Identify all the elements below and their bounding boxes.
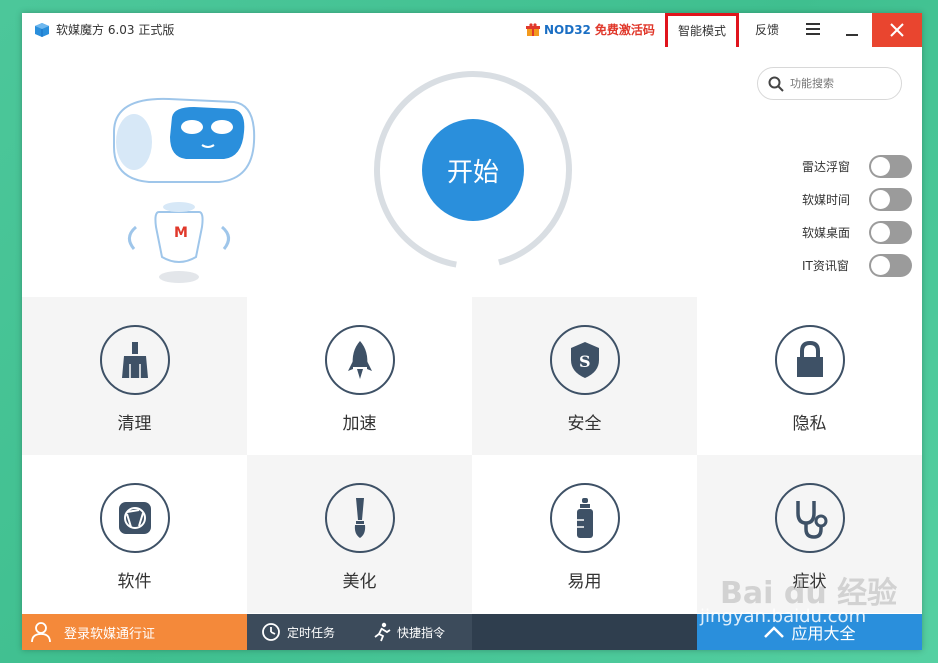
shield-icon: S [570,342,599,378]
tile-icon-frame [324,483,395,553]
tile-label: 清理 [117,414,152,434]
tile-beautify[interactable]: 美化 [247,455,472,613]
start-button[interactable]: 开始 [422,119,524,221]
tile-label: 隐私 [792,414,827,434]
toggle-row-desktop: 软媒桌面 [802,216,912,249]
app-window: 软媒魔方 6.03 正式版 NOD32 免费激活码 智能模式 反馈 M 开始 功… [22,13,922,650]
chevron-up-icon [764,626,785,638]
shortcut-command-label: 快捷指令 [397,625,446,640]
tile-label: 加速 [342,414,377,434]
menu-icon[interactable] [806,23,820,35]
tile-icon-frame [549,483,620,553]
tile-label: 易用 [567,572,602,592]
feature-grid: 清理 加速 S 安全 隐私 软件 美化 易用 症状 [22,297,922,614]
scheduled-task-label: 定时任务 [287,625,336,640]
bottom-bar: 登录软媒通行证 定时任务 快捷指令 应用大全 [22,614,922,650]
toggle-row-radar: 雷达浮窗 [802,150,912,183]
promo-product: NOD32 [544,22,591,37]
rocket-icon [347,341,372,379]
tile-privacy[interactable]: 隐私 [697,297,922,455]
bottle-icon [576,498,593,538]
radar-toggle-switch[interactable] [869,155,912,178]
lock-icon [796,341,823,377]
aperture-icon [118,502,151,534]
tile-icon-frame [99,483,170,553]
svg-text:S: S [579,352,591,371]
tile-icon-frame [774,325,845,395]
tile-label: 软件 [117,572,152,592]
search-icon [768,76,784,92]
tile-label: 安全 [567,414,602,434]
feedback-button[interactable]: 反馈 [755,21,779,38]
toggle-row-news: IT资讯窗 [802,249,912,282]
tile-speed[interactable]: 加速 [247,297,472,455]
desktop-toggle-switch[interactable] [869,221,912,244]
app-store-label: 应用大全 [791,624,856,643]
clock-icon [262,623,280,641]
tile-security[interactable]: S 安全 [472,297,697,455]
tile-label: 美化 [342,572,377,592]
tile-label: 症状 [792,572,827,592]
runner-icon [374,622,391,642]
toggle-label: 软媒桌面 [802,226,851,240]
promo-text: 免费激活码 [594,23,655,37]
hero-panel: M 开始 雷达浮窗 软媒时间 [22,47,922,297]
tile-usability[interactable]: 易用 [472,455,697,613]
app-store-button[interactable]: 应用大全 [697,614,922,650]
close-button[interactable] [872,13,922,47]
shortcut-command-button[interactable]: 快捷指令 [359,614,472,650]
scheduled-task-button[interactable]: 定时任务 [247,614,359,650]
feature-search[interactable] [757,67,902,100]
stethoscope-icon [795,501,827,539]
close-icon [890,23,904,37]
user-icon [31,622,51,643]
tile-icon-frame [99,325,170,395]
gift-icon [526,22,540,36]
app-title: 软媒魔方 6.03 正式版 [56,23,175,37]
login-label: 登录软媒通行证 [64,626,156,642]
app-logo-icon [35,23,49,37]
broom-icon [121,342,148,378]
toggle-list: 雷达浮窗 软媒时间 软媒桌面 IT资讯窗 [802,150,912,282]
login-button[interactable]: 登录软媒通行证 [22,614,247,650]
toggle-label: IT资讯窗 [802,259,849,273]
time-toggle-switch[interactable] [869,188,912,211]
tile-symptom[interactable]: 症状 [697,455,922,613]
promo-link[interactable]: NOD32 免费激活码 [526,21,655,38]
toggle-row-time: 软媒时间 [802,183,912,216]
mascot-robot-image: M [113,97,256,283]
svg-text:M: M [174,225,188,241]
tile-icon-frame [774,483,845,553]
news-toggle-switch[interactable] [869,254,912,277]
tile-icon-frame: S [549,325,620,395]
brush-icon [354,498,365,538]
toggle-label: 雷达浮窗 [802,160,851,174]
toggle-label: 软媒时间 [802,193,851,207]
titlebar: 软媒魔方 6.03 正式版 NOD32 免费激活码 智能模式 反馈 [22,13,922,55]
tile-icon-frame [324,325,395,395]
search-input[interactable] [790,77,890,90]
tile-clean[interactable]: 清理 [22,297,247,455]
tile-software[interactable]: 软件 [22,455,247,613]
minimize-icon[interactable] [845,23,859,37]
